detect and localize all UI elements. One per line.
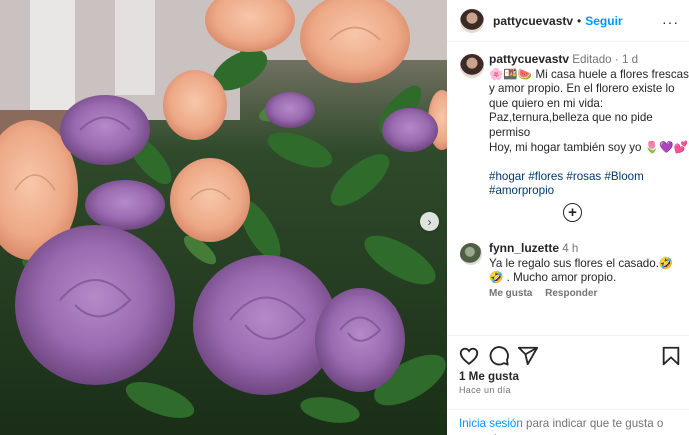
login-link[interactable]: Inicia sesión [459,417,523,430]
avatar[interactable] [460,8,484,33]
post-username[interactable]: pattycuevastv [493,14,573,28]
caption-username[interactable]: pattycuevastv [489,52,569,66]
caption-line-3: Hoy, mi hogar también soy yo 🌷💜💕 [489,140,689,154]
comment-time[interactable]: 4 h [562,242,578,255]
caption-line-1: 🌸🍱🍉 Mi casa huele a flores frescas y amo… [489,67,689,110]
comment-username[interactable]: fynn_luzette [489,241,559,255]
hashtag-link[interactable]: #rosas [566,170,601,183]
separator-dot: · [614,53,622,66]
caption-time[interactable]: 1 d [622,53,638,66]
chevron-right-icon: › [427,214,432,229]
heart-icon[interactable] [458,345,480,367]
post-photo[interactable]: › [0,0,447,435]
hashtag-link[interactable]: #amorpropio [489,184,554,197]
comments-area[interactable]: pattycuevastv Editado · 1 d 🌸🍱🍉 Mi casa … [447,42,689,335]
comment-text: Ya le regalo sus flores el casado.🤣🤣 . M… [489,256,674,285]
post-date[interactable]: Hace un día [459,385,511,395]
follow-button[interactable]: Seguir [585,14,622,28]
comment-reply-button[interactable]: Responder [545,288,597,299]
hashtag-link[interactable]: #flores [528,170,563,183]
caption-line-2: Paz,ternura,belleza que no pide permiso [489,111,653,139]
edited-label: Editado [572,53,612,66]
separator-dot: • [577,13,582,28]
more-options-icon[interactable]: ··· [662,14,679,30]
next-image-button[interactable]: › [420,212,439,231]
post-actions: 1 Me gusta Hace un día Inicia sesión par… [447,335,689,435]
plus-circle-icon: + [568,203,577,221]
post-side-panel: pattycuevastv • Seguir ··· pattycuevastv… [447,0,689,435]
comment-icon[interactable] [488,345,510,367]
load-more-comments-button[interactable]: + [563,203,582,222]
comment-like-button[interactable]: Me gusta [489,288,532,299]
avatar[interactable] [460,243,482,265]
likes-count[interactable]: 1 Me gusta [459,370,519,383]
roses-image [0,0,447,435]
share-icon[interactable] [517,345,539,367]
hashtag-link[interactable]: #hogar [489,170,525,183]
hashtag-link[interactable]: #Bloom [604,170,643,183]
post-header: pattycuevastv • Seguir ··· [447,0,689,42]
bookmark-icon[interactable] [660,345,682,367]
avatar[interactable] [460,54,484,78]
login-prompt: Inicia sesión para indicar que te gusta … [447,409,689,435]
